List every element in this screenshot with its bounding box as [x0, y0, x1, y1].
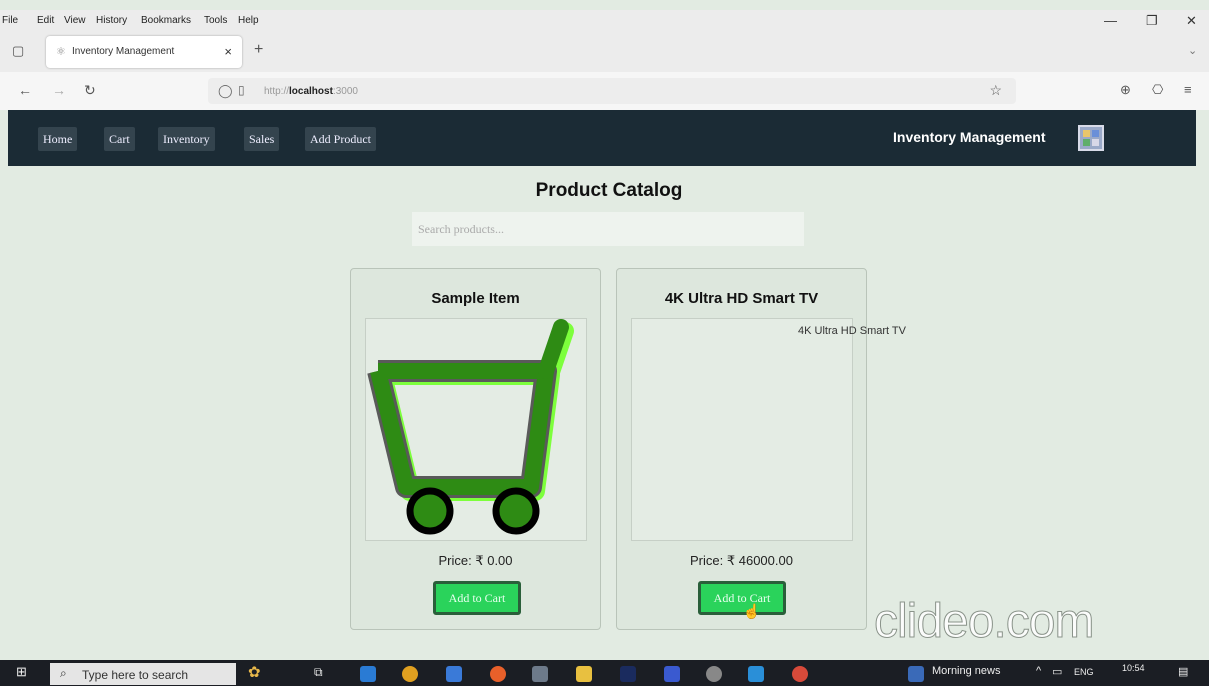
tab-close-icon[interactable]: ×: [224, 44, 232, 59]
menu-tools[interactable]: Tools: [204, 15, 227, 26]
browser-toolbar: ← → ↻ ◯ ▯ http://localhost:3000 ☆ ⊕ ⎔ ≡: [0, 72, 1209, 110]
powershell-icon[interactable]: [664, 666, 680, 682]
url-prefix: http://: [264, 86, 290, 97]
nav-add-product[interactable]: Add Product: [305, 127, 376, 151]
news-icon[interactable]: [908, 666, 924, 682]
brand-logo: [1078, 125, 1104, 151]
extensions-icon[interactable]: ⎔: [1152, 82, 1163, 98]
task-view-icon[interactable]: ⧉: [314, 665, 323, 680]
tab-strip: ▢ ⚛ Inventory Management × + ⌄: [0, 32, 1209, 72]
taskbar-search[interactable]: ⌕ Type here to search: [50, 663, 236, 685]
search-input[interactable]: [412, 212, 804, 246]
tab-title: Inventory Management: [72, 46, 175, 57]
windows-start-icon[interactable]: ⊞: [16, 664, 27, 680]
news-label[interactable]: Morning news: [932, 665, 1000, 677]
product-price: Price: ₹ 46000.00: [690, 553, 793, 568]
account-icon[interactable]: ⊕: [1120, 82, 1131, 98]
product-image: [365, 318, 587, 541]
product-card: Sample Item Price: ₹ 0.00 Add to Cart: [350, 268, 601, 630]
tab-list-icon[interactable]: ▢: [12, 43, 24, 59]
screen: File Edit View History Bookmarks Tools H…: [0, 0, 1209, 686]
image-alt-text: 4K Ultra HD Smart TV: [798, 325, 906, 337]
menu-history[interactable]: History: [96, 15, 127, 26]
store-icon[interactable]: [532, 666, 548, 682]
mouse-cursor-icon: ☝: [743, 603, 761, 620]
hamburger-menu-icon[interactable]: ≡: [1184, 82, 1192, 97]
product-price: Price: ₹ 0.00: [438, 553, 513, 568]
brand-title: Inventory Management: [893, 129, 1046, 145]
menu-file[interactable]: File: [2, 15, 18, 26]
menu-bookmarks[interactable]: Bookmarks: [141, 15, 191, 26]
widget-icon[interactable]: ✿: [248, 663, 261, 681]
chevron-down-icon[interactable]: ⌄: [1188, 44, 1197, 57]
product-image: 4K Ultra HD Smart TV: [631, 318, 906, 541]
url-text: http://localhost:3000: [264, 86, 358, 97]
page-icon: ▯: [238, 83, 245, 97]
page-title: Product Catalog: [535, 180, 683, 201]
github-icon[interactable]: [706, 666, 722, 682]
add-to-cart-button[interactable]: Add to Cart: [433, 581, 521, 615]
product-name: 4K Ultra HD Smart TV: [664, 290, 819, 307]
nav-cart[interactable]: Cart: [104, 127, 135, 151]
browser-menu-bar: File Edit View History Bookmarks Tools H…: [0, 10, 1209, 32]
vscode-icon[interactable]: [748, 666, 764, 682]
watermark: clideo.com: [873, 595, 1094, 649]
mail-icon[interactable]: [446, 666, 462, 682]
network-icon[interactable]: ▭: [1052, 665, 1062, 678]
explorer-icon[interactable]: [576, 666, 592, 682]
reload-icon[interactable]: ↻: [84, 82, 96, 99]
react-favicon-icon: ⚛: [56, 46, 66, 58]
photoshop-icon[interactable]: [620, 666, 636, 682]
menu-help[interactable]: Help: [238, 15, 259, 26]
chrome-icon[interactable]: [402, 666, 418, 682]
star-icon[interactable]: ☆: [989, 82, 1002, 99]
os-taskbar: ⊞ ⌕ Type here to search ✿ ⧉ Morning news…: [0, 660, 1209, 686]
product-card: 4K Ultra HD Smart TV 4K Ultra HD Smart T…: [616, 268, 906, 630]
minimize-icon[interactable]: —: [1104, 13, 1117, 28]
url-host: localhost: [289, 86, 333, 97]
chrome-alt-icon[interactable]: [792, 666, 808, 682]
nav-inventory[interactable]: Inventory: [158, 127, 215, 151]
tab-inventory[interactable]: ⚛ Inventory Management ×: [46, 36, 242, 68]
forward-icon[interactable]: →: [52, 82, 66, 98]
language-indicator[interactable]: ENG: [1074, 667, 1094, 677]
close-window-icon[interactable]: ✕: [1186, 13, 1197, 29]
menu-edit[interactable]: Edit: [37, 15, 54, 26]
tray-chevron-icon[interactable]: ^: [1036, 665, 1041, 677]
url-bar[interactable]: ◯ ▯ http://localhost:3000 ☆: [208, 78, 1016, 104]
shopping-cart-icon: [367, 319, 574, 535]
edge-icon[interactable]: [360, 666, 376, 682]
notification-icon[interactable]: ▤: [1178, 665, 1188, 678]
url-port: :3000: [332, 86, 358, 97]
back-icon[interactable]: ←: [18, 82, 32, 98]
menu-view[interactable]: View: [64, 15, 86, 26]
taskbar-search-placeholder: Type here to search: [82, 668, 189, 682]
logo-icon: [1083, 130, 1099, 146]
firefox-icon[interactable]: [490, 666, 506, 682]
new-tab-icon[interactable]: +: [254, 41, 263, 59]
product-name: Sample Item: [431, 290, 520, 307]
restore-icon[interactable]: ❐: [1146, 13, 1158, 29]
shield-icon[interactable]: ◯: [218, 83, 233, 99]
nav-sales[interactable]: Sales: [244, 127, 280, 151]
add-to-cart-button[interactable]: Add to Cart: [698, 581, 786, 615]
search-icon: ⌕: [60, 666, 67, 680]
nav-home[interactable]: Home: [38, 127, 78, 151]
clock[interactable]: 10:54: [1122, 663, 1145, 673]
app-navbar: Home Cart Inventory Sales Add Product In…: [8, 110, 1196, 166]
